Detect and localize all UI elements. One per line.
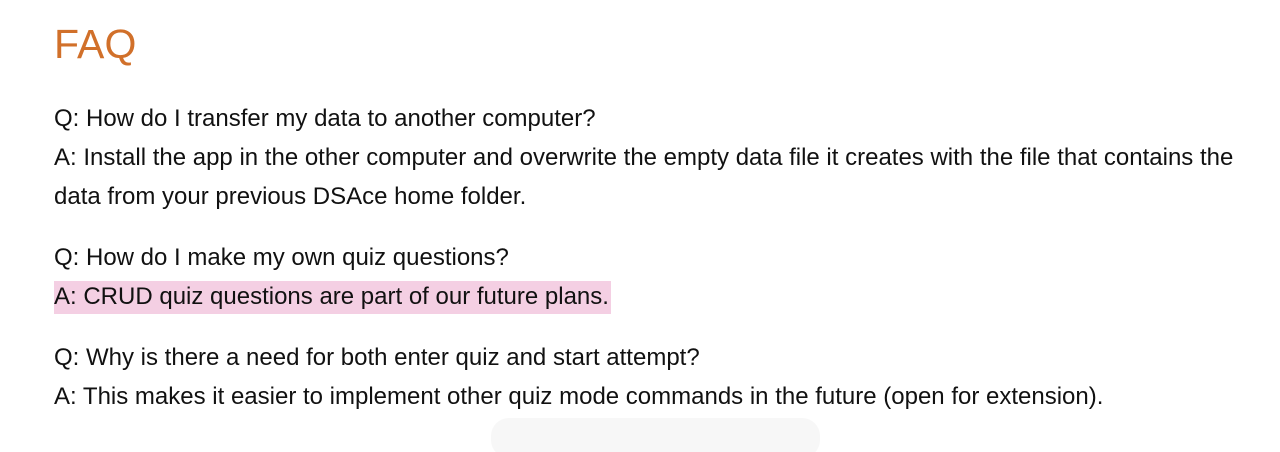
- faq-question: Q: How do I make my own quiz questions?: [54, 244, 509, 271]
- highlighted-answer-text: A: CRUD quiz questions are part of our f…: [54, 281, 611, 314]
- faq-question: Q: Why is there a need for both enter qu…: [54, 344, 700, 371]
- faq-answer-highlighted: A: CRUD quiz questions are part of our f…: [54, 277, 1254, 316]
- faq-answer: A: Install the app in the other computer…: [54, 144, 1234, 210]
- bottom-overlay-pill: [491, 418, 820, 452]
- faq-item-transfer-data: Q: How do I transfer my data to another …: [54, 99, 1254, 216]
- faq-list: Q: How do I transfer my data to another …: [54, 99, 1254, 438]
- page-title: FAQ: [54, 21, 137, 67]
- faq-item-enter-vs-start: Q: Why is there a need for both enter qu…: [54, 338, 1254, 416]
- faq-question: Q: How do I transfer my data to another …: [54, 105, 596, 132]
- faq-item-own-questions: Q: How do I make my own quiz questions? …: [54, 238, 1254, 316]
- faq-answer: A: This makes it easier to implement oth…: [54, 383, 1104, 410]
